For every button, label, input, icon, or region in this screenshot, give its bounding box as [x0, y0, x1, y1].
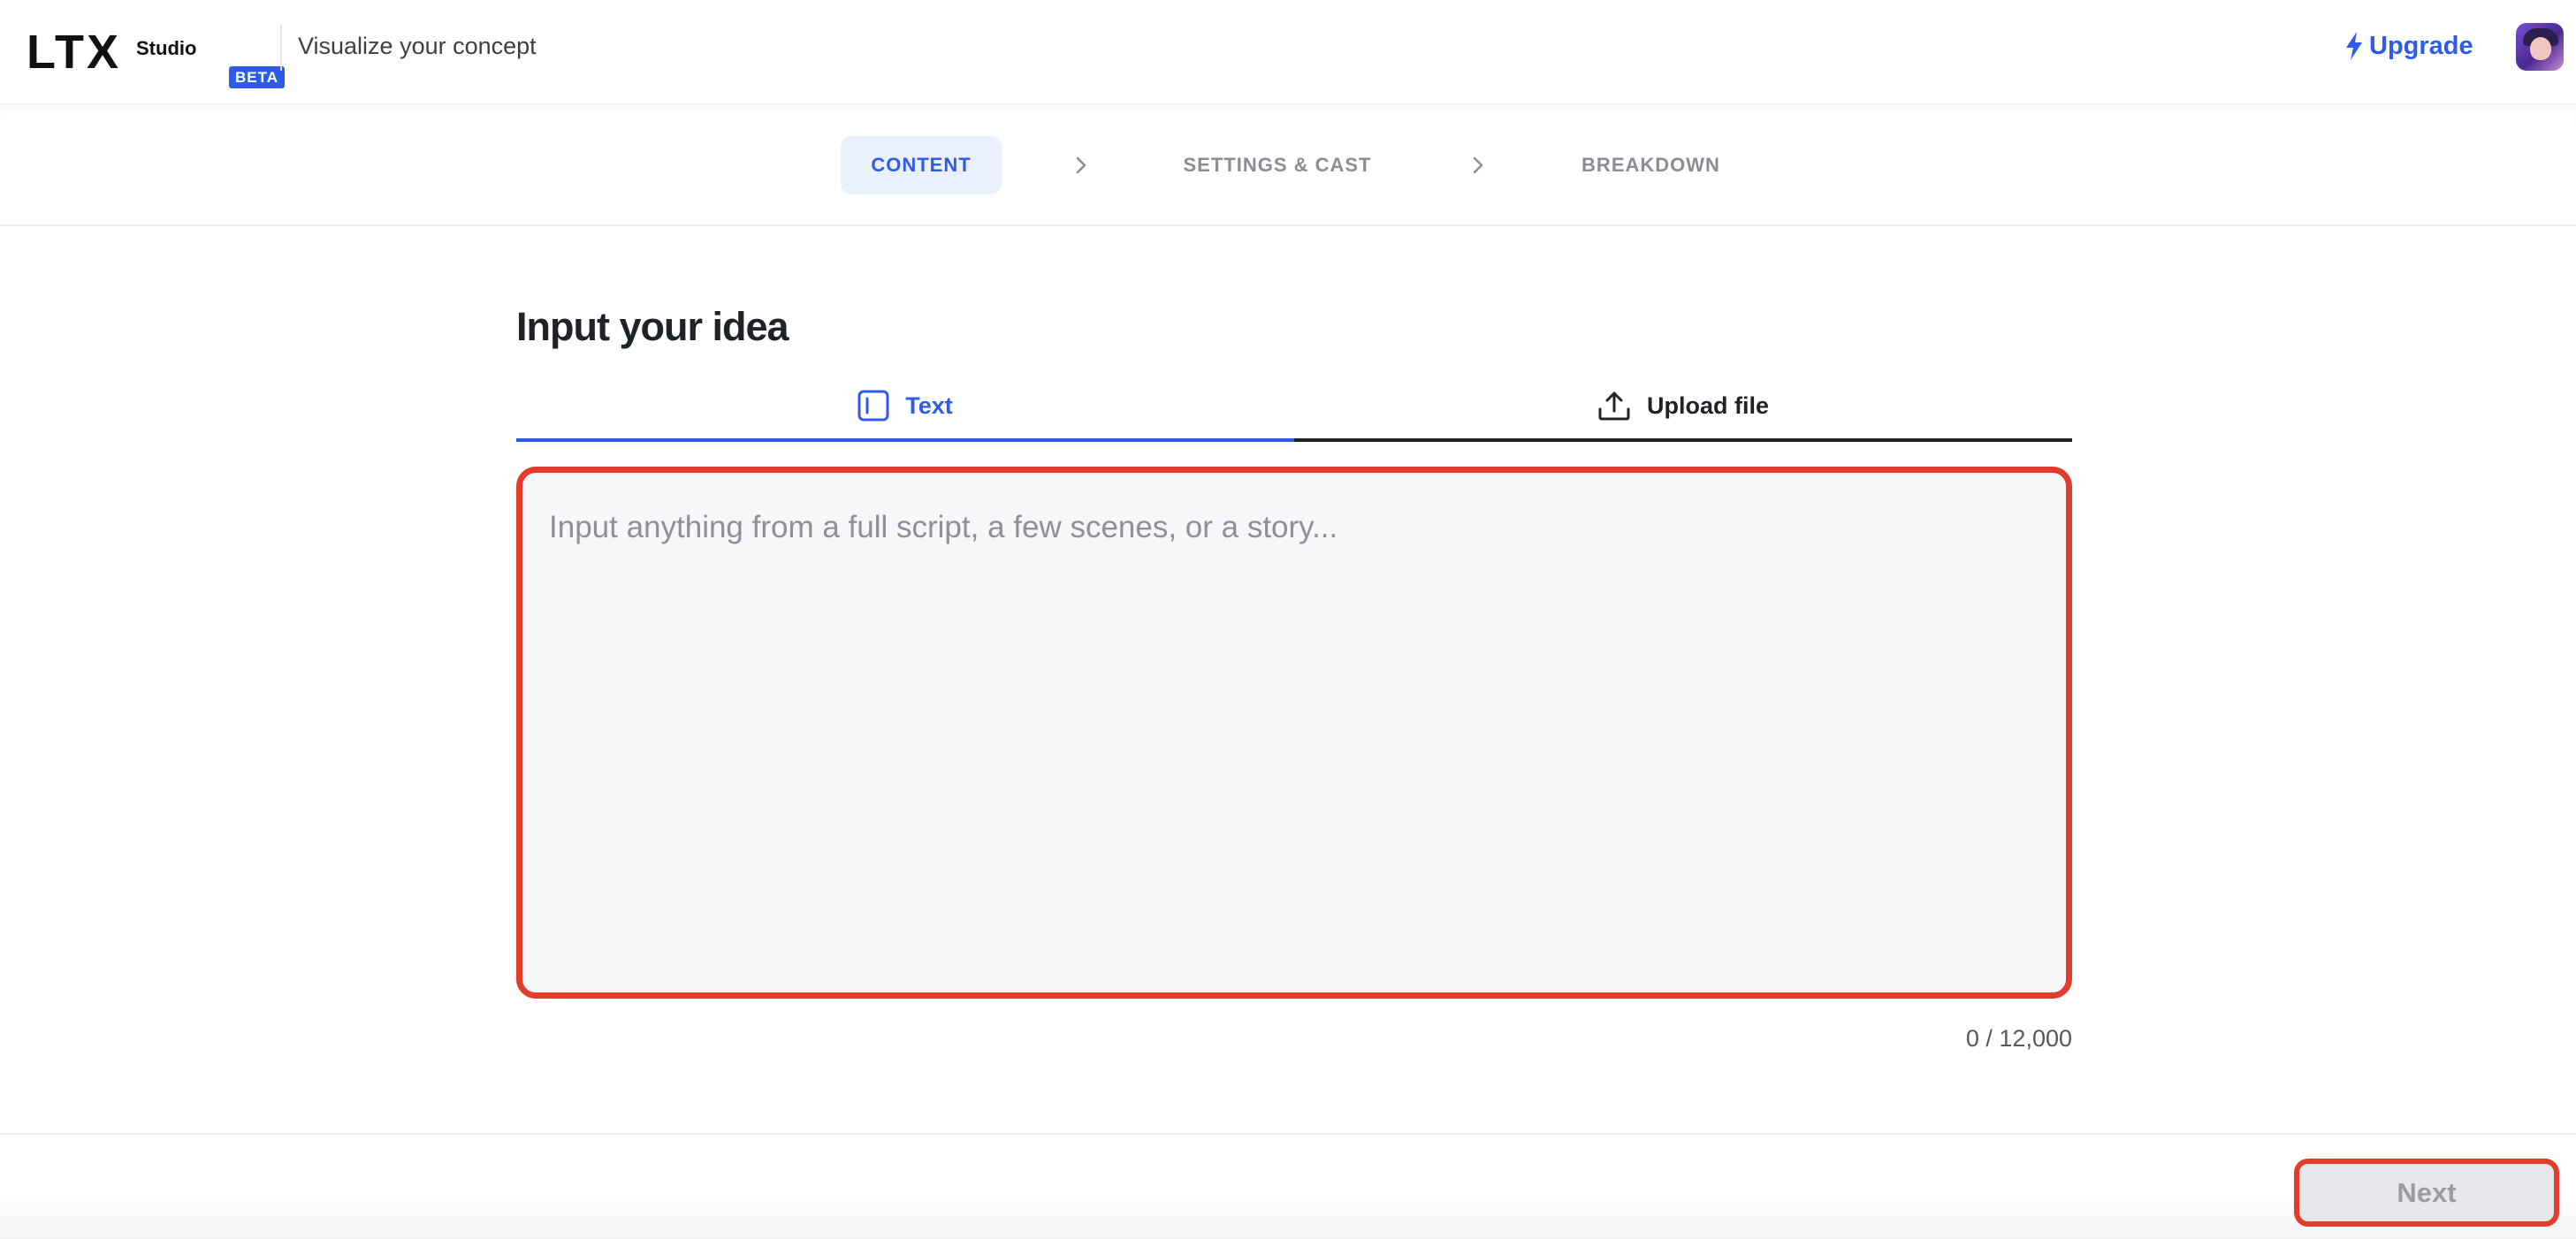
lightning-bolt-icon — [2346, 32, 2362, 60]
tab-text[interactable]: Text — [516, 373, 1294, 442]
beta-badge: BETA — [229, 66, 286, 88]
page-title: Visualize your concept — [298, 33, 537, 59]
input-mode-tabs: Text Upload file — [516, 373, 2072, 442]
step-content-label: CONTENT — [871, 154, 972, 176]
ltx-studio-logo[interactable]: LTX Studio BETA — [27, 26, 286, 88]
chevron-right-icon — [1076, 156, 1086, 174]
step-breakdown-label: BREAKDOWN — [1581, 154, 1720, 176]
step-breakdown[interactable]: BREAKDOWN — [1565, 136, 1737, 194]
top-header: LTX Studio BETA Visualize your concept U… — [0, 0, 2576, 104]
user-avatar[interactable] — [2516, 23, 2564, 71]
header-divider — [280, 25, 282, 71]
step-settings-cast[interactable]: SETTINGS & CAST — [1158, 136, 1397, 194]
next-button[interactable]: Next — [2294, 1159, 2559, 1227]
step-settings-cast-label: SETTINGS & CAST — [1183, 154, 1372, 176]
idea-textarea-container — [516, 467, 2072, 999]
idea-textarea[interactable] — [522, 473, 2066, 992]
tab-text-label: Text — [905, 391, 953, 419]
text-cursor-icon — [857, 390, 889, 422]
upgrade-button[interactable]: Upgrade — [2344, 31, 2473, 61]
character-count: 0 / 12,000 — [1965, 1025, 2072, 1052]
upload-icon — [1598, 391, 1630, 421]
footer-bar — [0, 1133, 2576, 1239]
tab-upload-file[interactable]: Upload file — [1294, 373, 2072, 442]
logo-studio-label: Studio — [136, 37, 197, 59]
step-content[interactable]: CONTENT — [841, 136, 1002, 194]
upgrade-label: Upgrade — [2369, 31, 2473, 60]
chevron-right-icon — [1473, 156, 1483, 174]
section-title: Input your idea — [516, 304, 789, 349]
stepper: CONTENT SETTINGS & CAST BREAKDOWN — [0, 104, 2576, 226]
tab-upload-file-label: Upload file — [1646, 391, 1769, 419]
logo-mark: LTX — [27, 26, 121, 79]
